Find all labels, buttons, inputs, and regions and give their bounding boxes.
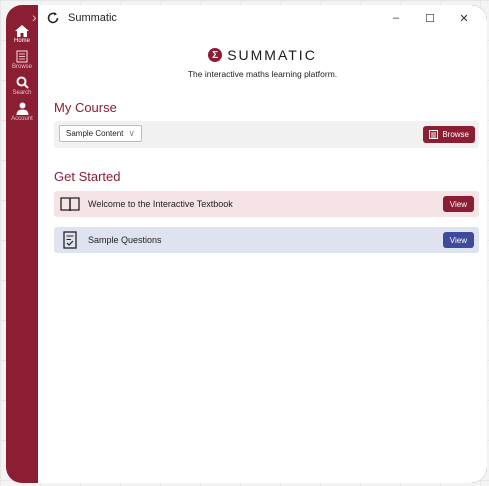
list-item-label: Welcome to the Interactive Textbook: [88, 199, 233, 209]
chevron-down-icon: ∨: [128, 128, 135, 138]
course-select-value: Sample Content: [66, 129, 124, 138]
logo: Σ SUMMATIC: [38, 47, 487, 63]
list-item-welcome[interactable]: Welcome to the Interactive Textbook View: [54, 191, 479, 217]
open-book-icon: [60, 197, 80, 212]
sidebar: Home Browse Search Account: [6, 25, 38, 483]
browse-button-label: Browse: [442, 130, 469, 139]
list-item-label: Sample Questions: [88, 235, 162, 245]
sidebar-item-home[interactable]: Home: [6, 25, 38, 44]
minimize-button[interactable]: –: [379, 5, 413, 31]
sidebar-item-browse[interactable]: Browse: [6, 50, 38, 70]
home-icon: [15, 25, 29, 37]
reload-icon[interactable]: [46, 11, 60, 25]
summatic-logo-icon: Σ: [208, 48, 223, 62]
book-icon: [16, 50, 28, 63]
question-sheet-icon: [63, 231, 77, 249]
close-button[interactable]: ✕: [447, 5, 481, 31]
browse-button[interactable]: Browse: [423, 126, 475, 143]
tagline: The interactive maths learning platform.: [187, 69, 338, 79]
sidebar-item-label: Search: [12, 90, 32, 96]
logo-text: SUMMATIC: [227, 47, 317, 63]
get-started-title: Get Started: [54, 169, 121, 184]
app-window: Home Browse Search Account › Summatic – …: [6, 5, 487, 483]
sidebar-item-search[interactable]: Search: [6, 76, 38, 96]
list-item-sample-questions[interactable]: Sample Questions View: [54, 227, 479, 253]
course-bar: Sample Content ∨ Browse: [54, 121, 479, 148]
book-icon: [429, 130, 439, 139]
main-content: Σ SUMMATIC The interactive maths learnin…: [38, 31, 487, 483]
sidebar-item-account[interactable]: Account: [6, 102, 38, 122]
back-chevron-icon[interactable]: ›: [32, 9, 37, 25]
sidebar-item-label: Home: [13, 38, 30, 44]
window-controls: – ☐ ✕: [379, 5, 481, 31]
sidebar-item-label: Account: [11, 116, 33, 122]
my-course-title: My Course: [54, 100, 117, 115]
view-button[interactable]: View: [442, 232, 474, 248]
search-icon: [16, 76, 29, 89]
sidebar-item-label: Browse: [11, 64, 32, 70]
view-button[interactable]: View: [442, 196, 474, 212]
course-select[interactable]: Sample Content ∨: [59, 125, 142, 142]
window-title: Summatic: [68, 12, 117, 24]
maximize-button[interactable]: ☐: [413, 5, 447, 31]
title-bar: Summatic – ☐ ✕: [38, 5, 487, 31]
user-icon: [16, 102, 28, 115]
